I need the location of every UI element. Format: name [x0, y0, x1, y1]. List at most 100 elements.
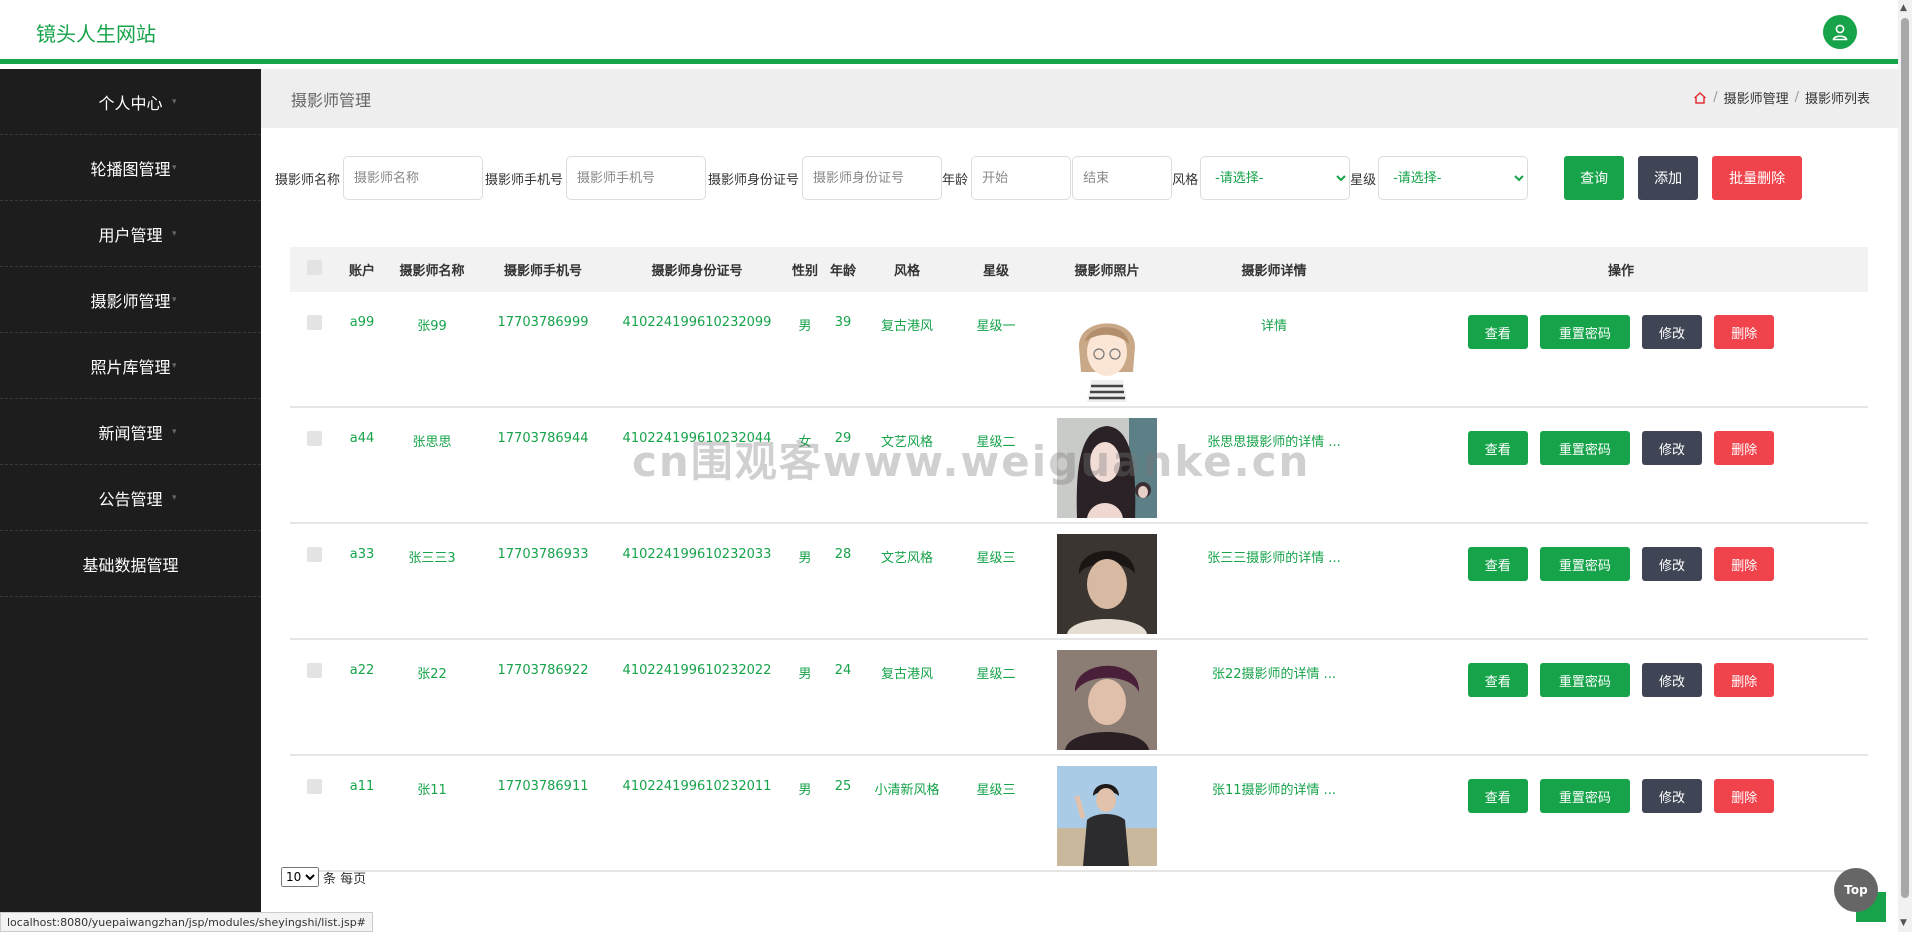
photographer-photo[interactable] [1057, 302, 1157, 402]
caret-icon: ▾ [172, 559, 177, 569]
col-actions: 操作 [1607, 264, 1634, 279]
cell-level: 星级二 [976, 435, 1016, 450]
age-end-input[interactable] [1072, 156, 1173, 200]
idcard-input[interactable] [802, 156, 943, 200]
row-checkbox[interactable] [306, 547, 322, 562]
col-account: 账户 [348, 264, 375, 279]
view-button[interactable]: 查看 [1467, 431, 1528, 465]
sidebar-item-photographers[interactable]: 摄影师管理 ▾ [0, 267, 261, 333]
caret-icon: ▾ [172, 295, 177, 305]
edit-button[interactable]: 修改 [1642, 663, 1703, 697]
batch-delete-button[interactable]: 批量删除 [1712, 156, 1803, 200]
cell-phone: 17703786922 [497, 663, 589, 678]
cell-account: a11 [349, 779, 375, 794]
delete-button[interactable]: 删除 [1714, 431, 1775, 465]
view-button[interactable]: 查看 [1467, 779, 1528, 813]
page-scrollbar[interactable]: ▲ ▼ [1898, 0, 1912, 932]
select-all-checkbox[interactable] [306, 260, 322, 275]
cell-detail[interactable]: 张11摄影师的详情 ... [1174, 755, 1374, 871]
age-start-input[interactable] [971, 156, 1072, 200]
cell-style: 复古港风 [880, 319, 933, 334]
reset-password-button[interactable]: 重置密码 [1539, 547, 1630, 581]
cell-gender: 男 [798, 667, 812, 682]
sidebar-item-basic-data[interactable]: 基础数据管理 ▾ [0, 531, 261, 597]
cell-account: a44 [349, 431, 375, 446]
col-detail: 摄影师详情 [1241, 264, 1307, 279]
cell-idcard: 410224199610232033 [622, 547, 772, 562]
scroll-thumb[interactable] [1901, 18, 1909, 898]
style-label: 风格 [1172, 172, 1199, 188]
cell-idcard: 410224199610232022 [622, 663, 772, 678]
home-icon[interactable] [1693, 91, 1707, 105]
table-row: a99 张99 17703786999 410224199610232099 男… [290, 292, 1868, 407]
title-bar: 摄影师管理 / 摄影师管理 / 摄影师列表 [261, 69, 1898, 128]
name-input[interactable] [343, 156, 484, 200]
sidebar-item-personal[interactable]: 个人中心 ▾ [0, 69, 261, 135]
sidebar-item-notices[interactable]: 公告管理 ▾ [0, 465, 261, 531]
delete-button[interactable]: 删除 [1714, 779, 1775, 813]
cell-level: 星级三 [976, 551, 1016, 566]
add-button[interactable]: 添加 [1638, 156, 1699, 200]
edit-button[interactable]: 修改 [1642, 315, 1703, 349]
row-checkbox[interactable] [306, 431, 322, 446]
cell-detail[interactable]: 张三三摄影师的详情 ... [1174, 523, 1374, 639]
sidebar-item-carousel[interactable]: 轮播图管理 ▾ [0, 135, 261, 201]
style-select[interactable]: -请选择- [1200, 156, 1351, 200]
sidebar-item-news[interactable]: 新闻管理 ▾ [0, 399, 261, 465]
back-to-top-button[interactable]: Top [1834, 868, 1878, 912]
col-style: 风格 [893, 264, 920, 279]
photographer-photo[interactable] [1057, 534, 1157, 634]
cell-name: 张99 [417, 319, 447, 334]
cell-name: 张思思 [412, 435, 452, 450]
table-header-row: 账户 摄影师名称 摄影师手机号 摄影师身份证号 性别 年龄 风格 星级 摄影师照… [290, 247, 1868, 292]
scroll-up-icon[interactable]: ▲ [1900, 3, 1907, 13]
view-button[interactable]: 查看 [1467, 547, 1528, 581]
view-button[interactable]: 查看 [1467, 315, 1528, 349]
breadcrumb-item[interactable]: 摄影师管理 [1724, 88, 1789, 107]
table-row: a11 张11 17703786911 410224199610232011 男… [290, 755, 1868, 871]
cell-phone: 17703786911 [497, 779, 589, 794]
cell-age: 24 [834, 663, 852, 678]
sidebar-item-users[interactable]: 用户管理 ▾ [0, 201, 261, 267]
breadcrumb-item-current: 摄影师列表 [1804, 92, 1870, 107]
query-button[interactable]: 查询 [1564, 156, 1625, 200]
sidebar-item-gallery[interactable]: 照片库管理 ▾ [0, 333, 261, 399]
caret-icon: ▾ [172, 229, 177, 239]
row-checkbox[interactable] [306, 779, 322, 794]
photographer-photo[interactable] [1057, 766, 1157, 866]
age-label: 年龄 [942, 172, 969, 188]
page-size-select[interactable]: 10 [281, 867, 319, 887]
phone-input[interactable] [566, 156, 707, 200]
reset-password-button[interactable]: 重置密码 [1539, 663, 1630, 697]
photographer-photo[interactable] [1057, 650, 1157, 750]
reset-password-button[interactable]: 重置密码 [1539, 779, 1630, 813]
level-select[interactable]: -请选择- [1378, 156, 1529, 200]
cell-gender: 男 [798, 319, 812, 334]
user-icon [1832, 24, 1848, 41]
edit-button[interactable]: 修改 [1642, 547, 1703, 581]
cell-detail[interactable]: 详情 [1174, 292, 1374, 407]
idcard-label: 摄影师身份证号 [708, 172, 800, 188]
page-size-suffix: 条 每页 [323, 871, 367, 887]
edit-button[interactable]: 修改 [1642, 431, 1703, 465]
browser-status-bar: localhost:8080/yuepaiwangzhan/jsp/module… [0, 912, 373, 932]
photographer-photo[interactable] [1057, 418, 1157, 518]
delete-button[interactable]: 删除 [1714, 315, 1775, 349]
cell-detail[interactable]: 张思思摄影师的详情 ... [1174, 407, 1374, 523]
search-form: 摄影师名称 摄影师手机号 摄影师身份证号 年龄 风格 -请选择- 星级 -请选择… [275, 156, 1803, 200]
edit-button[interactable]: 修改 [1642, 779, 1703, 813]
brand-title: 镜头人生网站 [36, 22, 156, 46]
row-checkbox[interactable] [306, 315, 322, 330]
row-checkbox[interactable] [306, 663, 322, 678]
scroll-down-icon[interactable]: ▼ [1900, 918, 1907, 928]
reset-password-button[interactable]: 重置密码 [1539, 431, 1630, 465]
reset-password-button[interactable]: 重置密码 [1539, 315, 1630, 349]
cell-age: 29 [834, 431, 852, 446]
user-avatar-button[interactable] [1823, 15, 1857, 49]
col-age: 年龄 [829, 264, 856, 279]
view-button[interactable]: 查看 [1467, 663, 1528, 697]
delete-button[interactable]: 删除 [1714, 547, 1775, 581]
cell-gender: 男 [798, 551, 812, 566]
cell-detail[interactable]: 张22摄影师的详情 ... [1174, 639, 1374, 755]
delete-button[interactable]: 删除 [1714, 663, 1775, 697]
